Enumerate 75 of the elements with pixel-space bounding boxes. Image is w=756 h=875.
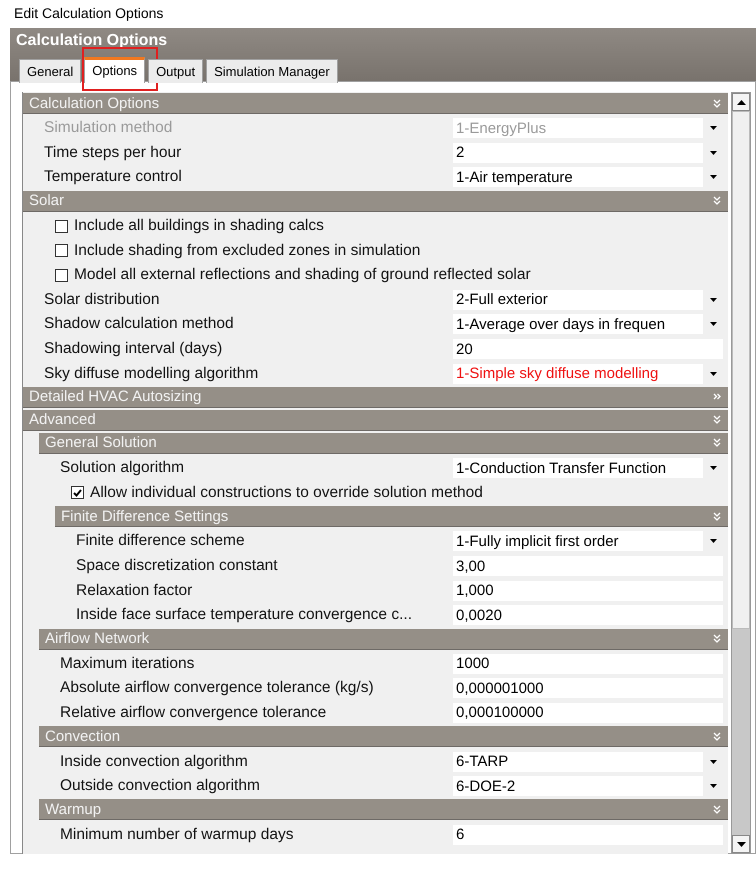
- dropdown[interactable]: 6-TARP: [453, 752, 724, 772]
- chevrons-down-icon[interactable]: [713, 98, 722, 108]
- checkbox-label[interactable]: Include shading from excluded zones in simulation: [74, 242, 420, 260]
- input-field[interactable]: 20: [453, 339, 724, 360]
- checkbox[interactable]: [55, 244, 68, 258]
- tab[interactable]: Output: [148, 59, 204, 83]
- caret-icon: [710, 298, 717, 302]
- checkbox-label[interactable]: Allow individual constructions to override solution method: [90, 484, 483, 502]
- checkbox-label[interactable]: Model all external reflections and shading of ground reflected solar: [74, 266, 531, 284]
- dropdown[interactable]: 1-Conduction Transfer Function: [453, 458, 724, 478]
- field-label: Minimum number of warmup days: [60, 826, 294, 844]
- field-label: Solar distribution: [44, 290, 160, 309]
- field-label: Sky diffuse modelling algorithm: [44, 364, 258, 383]
- scroll-thumb[interactable]: [732, 111, 750, 629]
- field-label: Shadowing interval (days): [44, 340, 222, 358]
- panel-title: Calculation Options: [15, 31, 168, 51]
- caret-icon: [710, 372, 717, 376]
- field-label: Inside convection algorithm: [60, 752, 248, 771]
- chevrons-down-icon[interactable]: [713, 196, 722, 206]
- field-label: Time steps per hour: [44, 144, 182, 162]
- chevrons-down-icon[interactable]: [713, 634, 722, 643]
- field-label: Space discretization constant: [76, 557, 278, 576]
- chevrons-down-icon[interactable]: [713, 512, 722, 521]
- dropdown[interactable]: 1-Simple sky diffuse modelling: [453, 364, 724, 384]
- field-label: Outside convection algorithm: [60, 777, 260, 796]
- caret-icon: [710, 126, 717, 130]
- field-label: Temperature control: [44, 168, 182, 186]
- dropdown[interactable]: 6-DOE-2: [453, 776, 724, 796]
- checkbox[interactable]: [55, 268, 68, 282]
- chevrons-right-icon[interactable]: [713, 392, 722, 402]
- caret-icon: [710, 150, 717, 155]
- input-field[interactable]: 3,00: [453, 556, 724, 576]
- field-label: Simulation method: [44, 119, 172, 138]
- chevrons-down-icon[interactable]: [713, 732, 722, 741]
- dropdown[interactable]: 1-Average over days in frequen: [453, 314, 724, 334]
- up-arrow-icon: [736, 100, 746, 104]
- checkbox[interactable]: [71, 486, 84, 500]
- scroll-down-button[interactable]: [732, 835, 750, 853]
- chevrons-down-icon[interactable]: [713, 438, 722, 448]
- input-field[interactable]: 0,0020: [453, 605, 724, 626]
- field-label: Relative airflow convergence tolerance: [60, 704, 326, 722]
- down-arrow-icon: [736, 842, 746, 846]
- field-label: Absolute airflow convergence tolerance (kg/s): [60, 679, 374, 698]
- dropdown[interactable]: 2: [453, 142, 724, 163]
- window-title: Edit Calculation Options: [13, 4, 164, 23]
- input-field[interactable]: 1,000: [453, 580, 724, 601]
- scroll-up-button[interactable]: [732, 93, 750, 111]
- tab[interactable]: Simulation Manager: [206, 59, 338, 83]
- caret-icon: [710, 760, 717, 764]
- checkbox[interactable]: [55, 220, 68, 233]
- checkbox-label[interactable]: Include all buildings in shading calcs: [74, 217, 324, 236]
- chevrons-down-icon[interactable]: [713, 804, 722, 814]
- field-label: Maximum iterations: [60, 654, 194, 673]
- field-label: Relaxation factor: [76, 582, 192, 600]
- caret-icon: [710, 466, 717, 470]
- dropdown[interactable]: 1-Fully implicit first order: [453, 531, 724, 552]
- input-field[interactable]: 1000: [453, 654, 724, 674]
- dropdown[interactable]: 2-Full exterior: [453, 290, 724, 310]
- field-label: Inside face surface temperature convergence c...: [76, 606, 412, 624]
- tab[interactable]: General: [19, 59, 82, 83]
- check-icon: [73, 488, 82, 497]
- field-label: Solution algorithm: [60, 459, 184, 478]
- field-label: Finite difference scheme: [76, 532, 245, 550]
- dropdown[interactable]: 1-Air temperature: [453, 167, 724, 188]
- input-field[interactable]: 0,000001000: [453, 678, 724, 698]
- tab[interactable]: Options: [84, 57, 146, 83]
- input-field[interactable]: 6: [453, 824, 724, 845]
- scrollbar[interactable]: [731, 92, 751, 854]
- field-label: Shadow calculation method: [44, 315, 234, 334]
- caret-icon: [710, 784, 717, 788]
- caret-icon: [710, 539, 717, 544]
- chevrons-down-icon[interactable]: [713, 415, 722, 424]
- caret-icon: [710, 322, 717, 326]
- caret-icon: [710, 175, 717, 180]
- input-field[interactable]: 0,000100000: [453, 702, 724, 723]
